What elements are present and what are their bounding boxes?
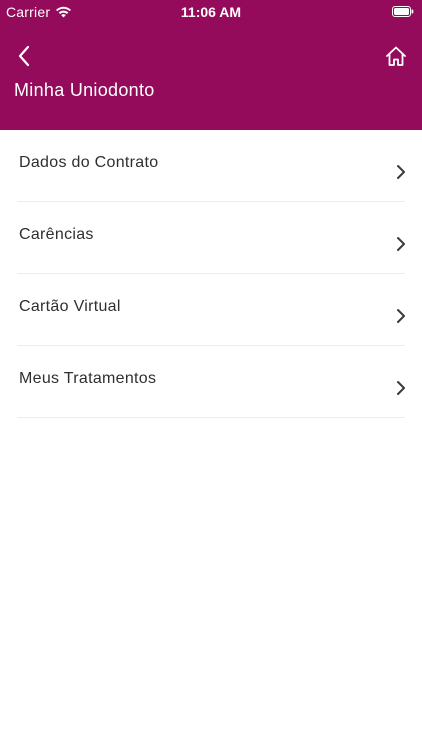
menu-item-label: Meus Tratamentos [19,370,157,387]
menu-item-label: Dados do Contrato [19,154,159,171]
app-header: Carrier 11:06 AM Minha Uniodonto [0,0,422,130]
home-button[interactable] [384,44,408,68]
menu-list: Dados do Contrato Carências Cartão Virtu… [17,130,405,418]
menu-item-dados-do-contrato[interactable]: Dados do Contrato [17,130,405,202]
menu-item-label: Cartão Virtual [19,298,121,315]
chevron-left-icon [18,45,30,67]
chevron-right-icon [397,165,405,179]
home-icon [386,46,406,66]
menu-item-label: Carências [19,226,94,243]
status-time: 11:06 AM [180,4,242,20]
chevron-right-icon [397,237,405,251]
back-button[interactable] [12,44,36,68]
status-bar: Carrier 11:06 AM [0,0,422,26]
menu-item-carencias[interactable]: Carências [17,202,405,274]
page-title: Minha Uniodonto [14,80,155,100]
chevron-right-icon [397,309,405,323]
menu-item-meus-tratamentos[interactable]: Meus Tratamentos [17,346,405,418]
battery-icon [392,6,414,17]
menu-item-cartao-virtual[interactable]: Cartão Virtual [17,274,405,346]
chevron-right-icon [397,381,405,395]
